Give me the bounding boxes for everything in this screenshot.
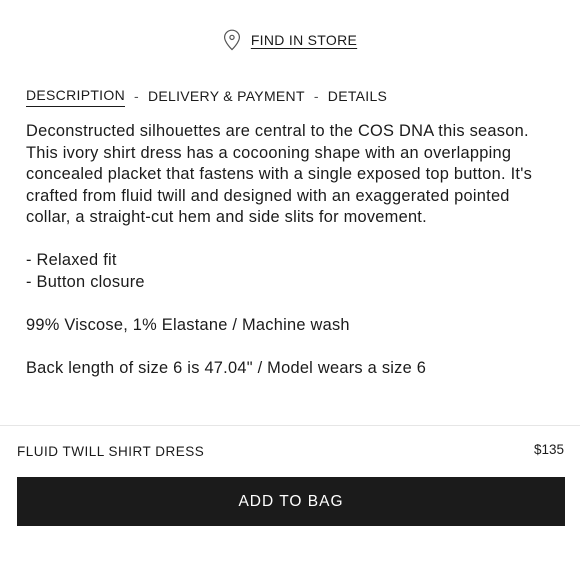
find-in-store-row[interactable]: FIND IN STORE	[0, 29, 580, 51]
location-pin-icon	[223, 29, 241, 51]
product-description: Deconstructed silhouettes are central to…	[26, 121, 546, 379]
product-price: $135	[533, 442, 564, 457]
tab-separator: -	[133, 87, 139, 104]
product-name: FLUID TWILL SHIRT DRESS	[17, 444, 205, 459]
description-paragraph: Deconstructed silhouettes are central to…	[26, 122, 533, 226]
tab-separator: -	[313, 87, 319, 104]
tab-delivery-payment[interactable]: DELIVERY & PAYMENT	[148, 88, 305, 107]
add-to-bag-button[interactable]: ADD TO BAG	[17, 477, 565, 526]
composition-text: 99% Viscose, 1% Elastane / Machine wash	[26, 315, 350, 334]
find-in-store-link[interactable]: FIND IN STORE	[251, 32, 357, 48]
feature-item: - Relaxed fit	[26, 251, 117, 269]
divider	[0, 425, 580, 426]
feature-item: - Button closure	[26, 272, 145, 291]
tab-description[interactable]: DESCRIPTION	[26, 87, 125, 107]
tab-details[interactable]: DETAILS	[328, 88, 387, 107]
product-info-tabs: DESCRIPTION - DELIVERY & PAYMENT - DETAI…	[26, 87, 387, 107]
measurements-text: Back length of size 6 is 47.04" / Model …	[26, 358, 427, 377]
